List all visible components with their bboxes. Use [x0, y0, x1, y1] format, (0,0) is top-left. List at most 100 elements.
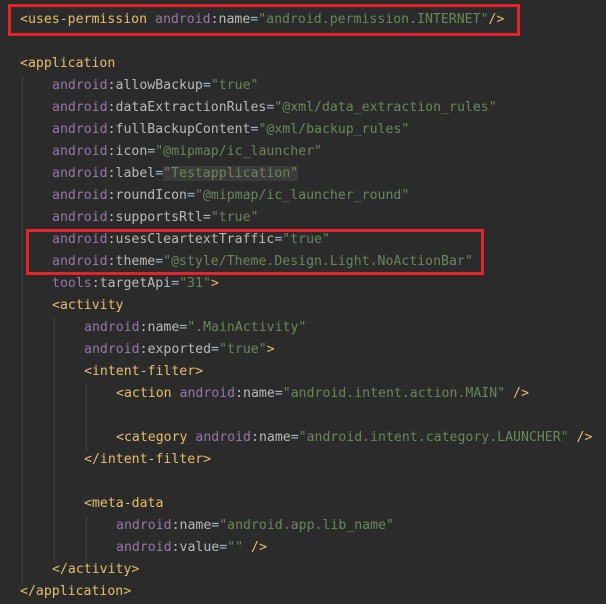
- code-token: </activity>: [52, 562, 140, 577]
- code-token: :exported: [139, 342, 212, 357]
- code-token: =: [202, 210, 211, 225]
- code-token: "Testapplication": [163, 166, 299, 181]
- code-token: :name: [235, 386, 275, 401]
- code-token: :fullBackupContent: [107, 122, 251, 137]
- code-token: "true": [219, 342, 267, 357]
- code-token: android: [84, 320, 140, 335]
- code-token: =: [274, 386, 283, 401]
- code-token: android: [52, 166, 108, 181]
- code-token: "android.intent.action.MAIN": [282, 386, 506, 401]
- code-token: android: [195, 430, 251, 445]
- code-line: android:name=".MainActivity": [84, 317, 306, 339]
- code-token: android: [116, 540, 172, 555]
- code-token: android: [52, 232, 108, 247]
- code-line: android:fullBackupContent="@xml/backup_r…: [52, 119, 409, 141]
- code-token: =: [202, 78, 211, 93]
- code-line: </application>: [20, 581, 131, 603]
- code-line: android:theme="@style/Theme.Design.Light…: [52, 251, 473, 273]
- code-line: android:icon="@mipmap/ic_launcher": [52, 141, 322, 163]
- code-token: :dataExtractionRules: [107, 100, 267, 115]
- code-token: android: [52, 78, 108, 93]
- indent-guide: [86, 384, 87, 452]
- code-editor[interactable]: <uses-permission android:name="android.p…: [0, 0, 606, 604]
- code-token: android: [155, 12, 211, 27]
- code-token: </intent-filter>: [84, 452, 212, 467]
- code-line: android:exported="true">: [84, 339, 275, 361]
- code-line: <action android:name="android.intent.act…: [116, 383, 529, 405]
- code-token: :label: [107, 166, 156, 181]
- code-token: =: [171, 276, 180, 291]
- indent-guide: [22, 76, 23, 584]
- code-token: "@xml/data_extraction_rules": [274, 100, 497, 115]
- code-token: android: [116, 518, 172, 533]
- code-token: tools: [52, 276, 92, 291]
- code-token: :theme: [107, 254, 156, 269]
- code-line: <uses-permission android:name="android.p…: [20, 9, 504, 31]
- code-line: android:value="" />: [116, 537, 267, 559]
- code-token: :name: [251, 430, 291, 445]
- code-token: </application>: [20, 584, 132, 599]
- code-token: :usesCleartextTraffic: [107, 232, 275, 247]
- code-token: >: [210, 276, 219, 291]
- code-token: "true": [210, 78, 259, 93]
- code-line: android:name="android.app.lib_name": [116, 515, 394, 537]
- code-token: "31": [179, 276, 211, 291]
- code-line: android:label="Testapplication": [52, 163, 299, 185]
- code-token: :supportsRtl: [107, 210, 203, 225]
- code-token: android: [52, 144, 108, 159]
- code-line: android:usesCleartextTraffic="true": [52, 229, 330, 251]
- code-token: =: [211, 342, 219, 357]
- indent-guide: [54, 318, 55, 562]
- code-token: <intent-filter>: [84, 364, 204, 379]
- code-token: "@mipmap/ic_launcher_round": [194, 188, 410, 203]
- code-token: <application: [20, 56, 116, 71]
- code-token: :name: [210, 12, 251, 27]
- code-token: android: [52, 122, 108, 137]
- code-token: =: [155, 254, 164, 269]
- code-token: android: [84, 342, 140, 357]
- code-token: "@mipmap/ic_launcher": [155, 144, 322, 159]
- code-token: >: [266, 342, 275, 357]
- indent-guide: [86, 516, 87, 562]
- code-token: android: [52, 100, 108, 115]
- code-token: android: [179, 386, 236, 401]
- code-token: :name: [139, 320, 180, 335]
- code-line: </intent-filter>: [84, 449, 211, 471]
- code-token: <activity: [52, 298, 124, 313]
- code-token: />: [505, 386, 529, 401]
- code-token: "true": [282, 232, 330, 247]
- code-token: <meta-data: [84, 496, 164, 511]
- code-line: <application: [20, 53, 115, 75]
- code-token: <action: [116, 386, 172, 401]
- code-token: "": [227, 540, 244, 555]
- code-line: android:roundIcon="@mipmap/ic_launcher_r…: [52, 185, 409, 207]
- code-token: "android.permission.INTERNET": [258, 12, 489, 27]
- code-line: tools:targetApi="31">: [52, 273, 219, 295]
- code-token: "true": [210, 210, 259, 225]
- code-token: />: [488, 12, 505, 27]
- code-token: android: [52, 188, 108, 203]
- code-line: android:allowBackup="true": [52, 75, 258, 97]
- code-token: :targetApi: [91, 276, 172, 291]
- code-token: :value: [171, 540, 220, 555]
- code-token: <category: [116, 430, 188, 445]
- code-token: =: [219, 540, 228, 555]
- code-token: android: [52, 210, 108, 225]
- code-line: <intent-filter>: [84, 361, 203, 383]
- code-token: <uses-permission: [20, 12, 148, 27]
- code-token: "@xml/backup_rules": [258, 122, 410, 137]
- code-line: <category android:name="android.intent.c…: [116, 427, 592, 449]
- code-line: android:dataExtractionRules="@xml/data_e…: [52, 97, 497, 119]
- code-line: <meta-data: [84, 493, 163, 515]
- code-token: :allowBackup: [107, 78, 203, 93]
- code-token: android: [52, 254, 108, 269]
- code-token: "@style/Theme.Design.Light.NoActionBar": [163, 254, 473, 269]
- code-token: =: [155, 166, 164, 181]
- code-line: </activity>: [52, 559, 139, 581]
- code-token: =: [186, 188, 195, 203]
- code-token: />: [568, 430, 593, 445]
- code-token: =: [290, 430, 299, 445]
- code-token: :roundIcon: [107, 188, 187, 203]
